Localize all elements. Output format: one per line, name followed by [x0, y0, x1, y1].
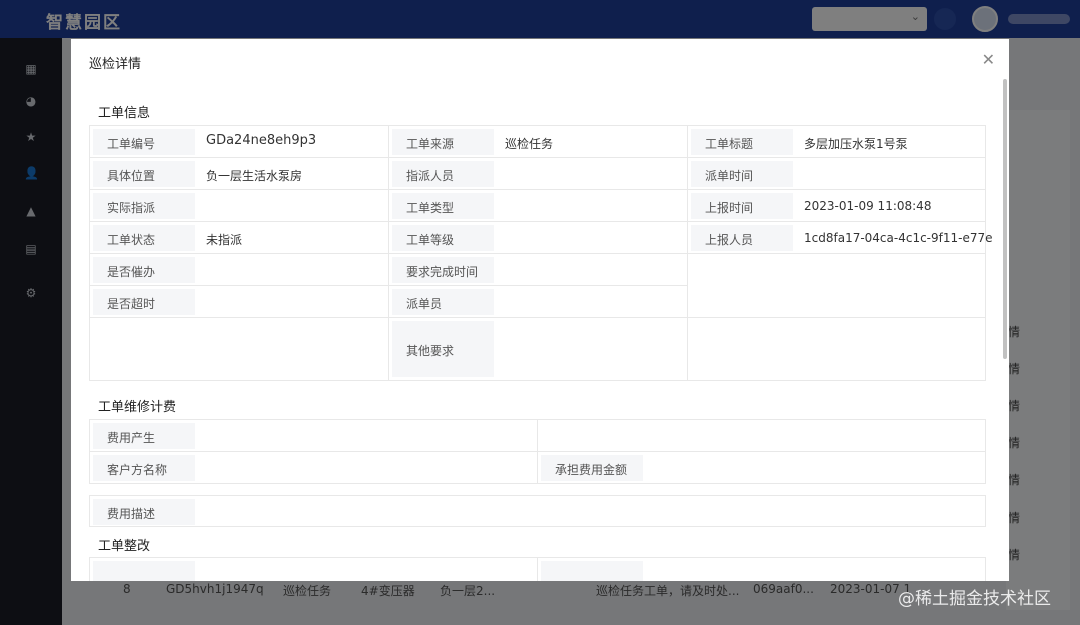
empty-cell	[688, 254, 986, 318]
field-amount: 承担费用金额	[538, 452, 986, 483]
field-customer: 客户方名称	[90, 452, 538, 483]
scrollbar[interactable]	[1003, 79, 1007, 359]
field-value: 1cd8fa17-04ca-4c1c-9f11-e77e	[804, 231, 993, 245]
field-report-time: 上报时间 2023-01-09 11:08:48	[688, 190, 986, 222]
section-title-rectify: 工单整改	[98, 539, 151, 554]
field-value: 巡检任务	[505, 137, 554, 151]
field-value: 未指派	[206, 233, 243, 247]
field-label: 要求完成时间	[392, 257, 494, 283]
field-label: 派单时间	[691, 161, 793, 187]
field-assignee: 指派人员	[389, 158, 688, 190]
field-deadline: 要求完成时间	[389, 254, 688, 286]
field-label: 是否催办	[93, 257, 195, 283]
field-label: 费用描述	[93, 499, 195, 525]
field-type: 工单类型	[389, 190, 688, 222]
empty-cell	[688, 318, 986, 380]
section-title-order-info: 工单信息	[98, 106, 151, 121]
field-label: 是否超时	[93, 289, 195, 315]
field-label	[93, 561, 195, 581]
section-title-fees: 工单维修计费	[98, 400, 177, 415]
field-status: 工单状态 未指派	[90, 222, 389, 254]
field-location: 具体位置 负一层生活水泵房	[90, 158, 389, 190]
field-title: 工单标题 多层加压水泵1号泵	[688, 126, 986, 158]
order-info-grid: 工单编号 GDa24ne8eh9p3 工单来源 巡检任务 工单标题 多层加压水泵…	[89, 125, 993, 381]
field-label: 工单等级	[392, 225, 494, 251]
field-value: 2023-01-09 11:08:48	[804, 199, 932, 213]
field-label: 具体位置	[93, 161, 195, 187]
empty-cell	[90, 318, 389, 380]
field-value: 多层加压水泵1号泵	[804, 137, 908, 151]
field-label: 指派人员	[392, 161, 494, 187]
rectify-grid	[89, 557, 986, 581]
field-reporter: 上报人员 1cd8fa17-04ca-4c1c-9f11-e77e	[688, 222, 993, 254]
fee-desc-grid: 费用描述	[89, 495, 986, 527]
field-label: 工单编号	[93, 129, 195, 155]
field-value: 负一层生活水泵房	[206, 169, 303, 183]
fees-grid: 费用产生 客户方名称 承担费用金额	[89, 419, 986, 484]
field-urge: 是否催办	[90, 254, 389, 286]
field-label: 上报人员	[691, 225, 793, 251]
rectify-cell	[90, 558, 538, 581]
modal-title: 巡检详情	[89, 57, 142, 72]
field-fee-produced: 费用产生	[90, 420, 538, 452]
field-overdue: 是否超时	[90, 286, 389, 318]
field-label: 客户方名称	[93, 455, 195, 481]
field-label	[541, 561, 643, 581]
field-order-no: 工单编号 GDa24ne8eh9p3	[90, 126, 389, 158]
close-icon[interactable]: ✕	[982, 50, 995, 69]
field-dispatcher: 派单员	[389, 286, 688, 318]
empty-cell	[538, 420, 986, 452]
field-label: 工单标题	[691, 129, 793, 155]
field-label: 工单类型	[392, 193, 494, 219]
field-fee-desc: 费用描述	[90, 496, 986, 526]
field-source: 工单来源 巡检任务	[389, 126, 688, 158]
modal-header: 巡检详情 ✕	[71, 39, 1009, 83]
field-label: 承担费用金额	[541, 455, 643, 481]
inspection-detail-modal: 巡检详情 ✕ 工单信息 工单编号 GDa24ne8eh9p3 工单来源 巡检任务…	[71, 39, 1009, 581]
field-label: 费用产生	[93, 423, 195, 449]
field-label: 上报时间	[691, 193, 793, 219]
field-label: 工单来源	[392, 129, 494, 155]
field-dispatch-time: 派单时间	[688, 158, 986, 190]
field-value: GDa24ne8eh9p3	[206, 133, 317, 148]
field-level: 工单等级	[389, 222, 688, 254]
field-label: 其他要求	[392, 321, 494, 377]
watermark: @稀土掘金技术社区	[898, 589, 1051, 609]
field-actual-assign: 实际指派	[90, 190, 389, 222]
rectify-cell	[538, 558, 986, 581]
field-label: 派单员	[392, 289, 494, 315]
field-other: 其他要求	[389, 318, 688, 380]
field-label: 工单状态	[93, 225, 195, 251]
field-label: 实际指派	[93, 193, 195, 219]
